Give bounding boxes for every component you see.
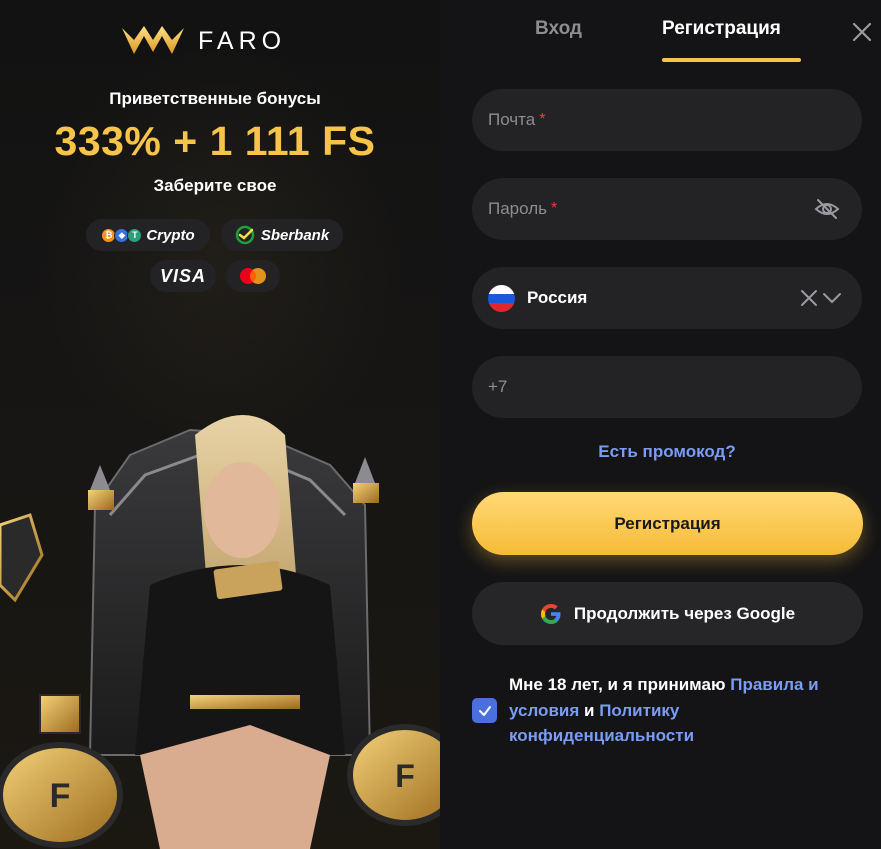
register-button[interactable]: Регистрация [472, 492, 863, 555]
terms-text-part-2: и [579, 700, 600, 720]
payment-visa-badge: VISA [150, 260, 216, 292]
active-tab-indicator [662, 58, 801, 62]
russia-flag-icon [488, 284, 515, 312]
clear-icon[interactable] [800, 289, 818, 307]
phone-field[interactable]: +7 [472, 356, 862, 418]
faro-logo: FARO [120, 22, 286, 60]
promo-code-link[interactable]: Есть промокод? [472, 442, 862, 462]
crypto-coins-icon: ₿ ◆ T [101, 227, 143, 243]
bonus-amount: 333% + 1 111 FS [54, 118, 376, 164]
required-mark: * [539, 111, 546, 128]
payment-sberbank-badge: Sberbank [221, 219, 343, 251]
sberbank-icon [235, 225, 255, 245]
payment-mastercard-badge [226, 260, 280, 292]
brand-name: FARO [198, 26, 287, 55]
country-select[interactable]: Россия [472, 267, 862, 329]
google-button-label: Продолжить через Google [573, 603, 796, 623]
required-mark: * [551, 200, 558, 217]
registration-panel: Вход Регистрация Почта * Пароль * Россия [440, 0, 881, 849]
tab-register[interactable]: Регистрация [662, 18, 781, 40]
mastercard-icon [240, 268, 266, 284]
google-signin-button[interactable]: Продолжить через Google [472, 582, 863, 645]
chevron-down-icon[interactable] [822, 291, 842, 305]
visa-icon: VISA [159, 265, 206, 286]
country-value: Россия [527, 288, 588, 307]
svg-text:F: F [50, 777, 71, 815]
payment-crypto-badge: ₿ ◆ T Crypto [86, 219, 210, 251]
terms-checkbox[interactable] [472, 698, 497, 723]
svg-text:F: F [395, 758, 415, 794]
tab-login[interactable]: Вход [535, 18, 582, 40]
promo-panel: FARO Приветственные бонусы 333% + 1 111 … [0, 0, 440, 849]
claim-label: Заберите свое [153, 176, 277, 195]
phone-prefix: +7 [488, 377, 508, 396]
password-field[interactable]: Пароль * [472, 178, 862, 240]
payment-sberbank-label: Sberbank [260, 226, 330, 244]
terms-text-part-1: Мне 18 лет, и я принимаю [509, 675, 731, 694]
payment-crypto-label: Crypto [146, 226, 195, 244]
eye-off-icon[interactable] [814, 196, 840, 222]
password-placeholder: Пароль [488, 199, 547, 218]
close-icon[interactable] [851, 21, 873, 43]
email-placeholder: Почта [488, 110, 536, 129]
email-field[interactable]: Почта * [472, 89, 862, 151]
welcome-bonus-label: Приветственные бонусы [109, 89, 321, 108]
crown-logo-icon [122, 26, 184, 54]
google-icon [540, 603, 561, 624]
checkmark-icon [478, 705, 491, 716]
terms-text: Мне 18 лет, и я принимаю Правила и услов… [509, 672, 859, 749]
hero-illustration: F F [0, 415, 440, 849]
